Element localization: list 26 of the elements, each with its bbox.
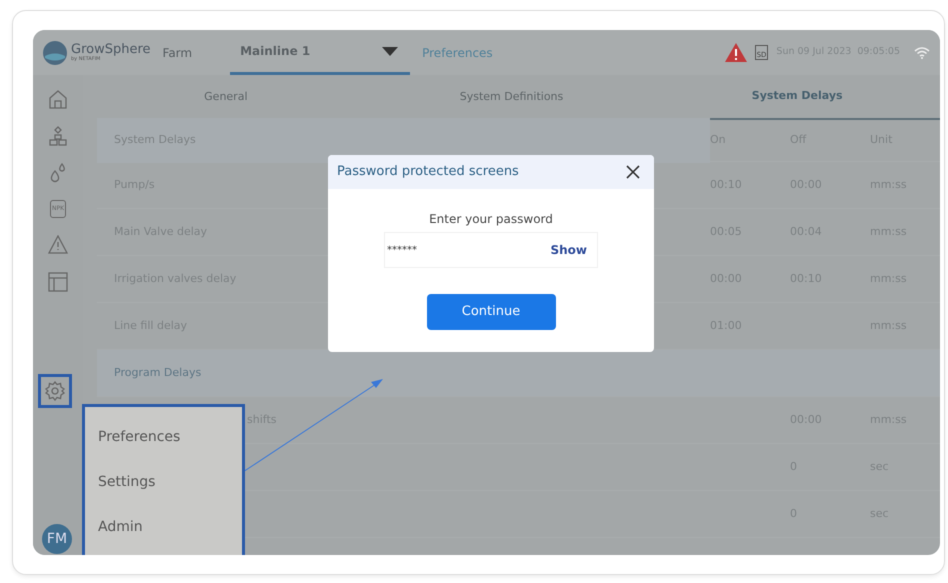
- tab[interactable]: General: [83, 75, 369, 120]
- password-field[interactable]: ****** Show: [384, 232, 598, 268]
- tab[interactable]: System Definitions: [368, 75, 654, 120]
- drops-icon[interactable]: [48, 163, 68, 183]
- structure-icon[interactable]: [48, 126, 68, 146]
- password-prompt: Enter your password: [428, 211, 554, 228]
- wifi-icon: [914, 46, 930, 59]
- warning-icon[interactable]: [48, 235, 68, 255]
- settings-icon[interactable]: [45, 381, 65, 401]
- menu-item[interactable]: Settings: [98, 472, 242, 493]
- mainline-selector[interactable]: Mainline 1: [230, 30, 410, 75]
- layout-icon[interactable]: [48, 272, 68, 292]
- section-title: Program Delays: [114, 366, 202, 379]
- show-password-link[interactable]: Show: [550, 241, 587, 259]
- warning-icon[interactable]: [724, 43, 747, 62]
- settings-button[interactable]: [38, 374, 72, 408]
- menu-item[interactable]: Admin: [98, 517, 242, 538]
- modal-title: Password protected screens: [337, 163, 519, 182]
- logo-icon: [43, 40, 67, 64]
- menu-item[interactable]: Preferences: [98, 427, 242, 448]
- brand-name: GrowSphere: [71, 43, 151, 56]
- home-icon[interactable]: [48, 89, 68, 109]
- farm-label: Farm: [162, 44, 192, 62]
- close-icon[interactable]: [626, 165, 640, 179]
- caret-icon: [382, 46, 398, 56]
- continue-button[interactable]: Continue: [426, 294, 556, 330]
